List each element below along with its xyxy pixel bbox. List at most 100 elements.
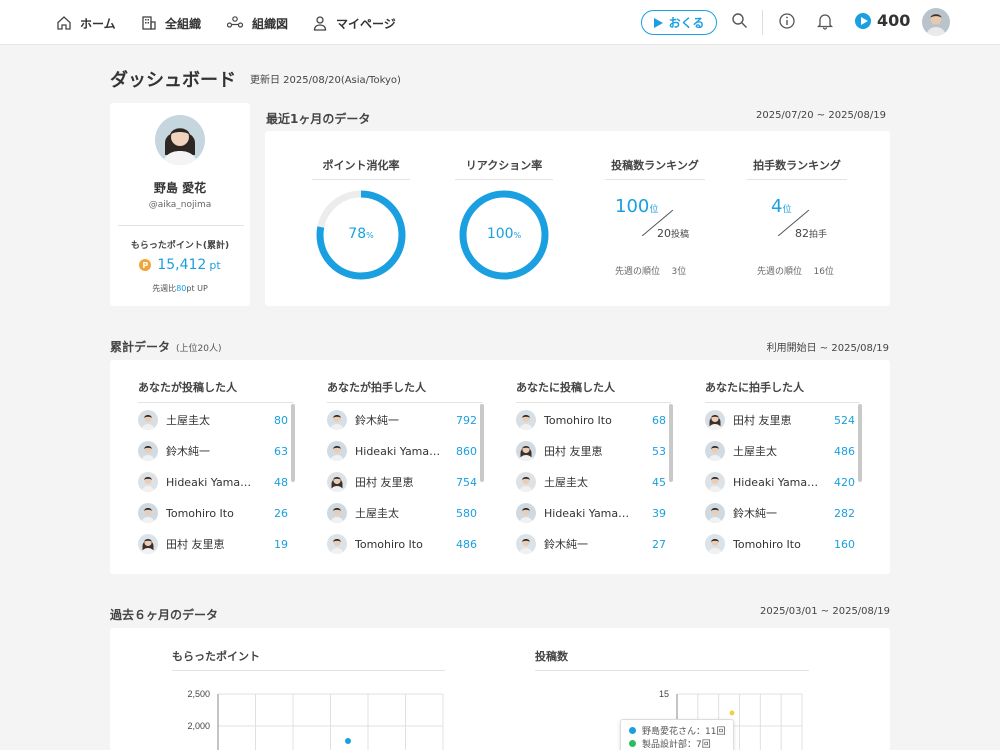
post-prev-label: 先週の順位 — [615, 267, 661, 277]
bell-icon[interactable] — [816, 12, 834, 30]
avatar — [138, 410, 158, 430]
avatar — [705, 503, 725, 523]
divider — [118, 225, 244, 226]
past-data-card: もらったポイント 投稿数 2,5002,000 1510 野島愛花さん：11回 … — [110, 628, 890, 750]
list-item[interactable]: 土屋圭太 580 — [327, 503, 477, 523]
avatar — [138, 503, 158, 523]
chart-title-points: もらったポイント — [172, 648, 445, 671]
post-count-number: 20 — [657, 227, 671, 240]
list-item-count: 160 — [834, 537, 855, 551]
list-item[interactable]: 鈴木純一 63 — [138, 441, 288, 461]
points-balance[interactable]: 400 — [855, 11, 910, 30]
clap-rank-number: 4 — [771, 196, 783, 217]
list-item-name: 土屋圭太 — [355, 507, 399, 520]
post-count-unit: 投稿 — [671, 230, 690, 240]
home-icon — [57, 16, 71, 30]
nav-home[interactable]: ホーム — [56, 13, 116, 33]
scrollbar[interactable] — [669, 404, 673, 482]
list-item-name: Hideaki Yamam... — [544, 506, 636, 520]
send-icon — [653, 17, 663, 28]
nav-orgchart[interactable]: 組織図 — [226, 13, 288, 33]
list-item-name: 田村 友里恵 — [544, 445, 603, 458]
avatar — [327, 503, 347, 523]
nav-org-label: 全組織 — [165, 16, 202, 31]
people-group-icon — [226, 16, 244, 28]
avatar[interactable] — [922, 8, 950, 36]
points-value: 400 — [877, 11, 911, 30]
post-rank-value: 100位 — [615, 196, 658, 217]
point-rate-unit: % — [366, 231, 374, 240]
list-item[interactable]: Tomohiro Ito 68 — [516, 410, 666, 430]
profile-card: 野島 愛花 @aika_nojima もらったポイント(累計) P 15,412… — [110, 103, 250, 306]
avatar — [327, 534, 347, 554]
list-item[interactable]: Tomohiro Ito 486 — [327, 534, 477, 554]
reaction-rate-title: リアクション率 — [455, 157, 553, 180]
list-item-count: 524 — [834, 413, 855, 427]
nav-mypage[interactable]: マイページ — [312, 13, 396, 33]
list-item-count: 19 — [274, 537, 288, 551]
list-item[interactable]: 土屋圭太 486 — [705, 441, 855, 461]
nav-org[interactable]: 全組織 — [141, 13, 201, 33]
scrollbar[interactable] — [858, 404, 862, 482]
post-count-value: 20投稿 — [657, 227, 689, 240]
list-item[interactable]: 鈴木純一 282 — [705, 503, 855, 523]
y-tick-label: 2,000 — [187, 721, 210, 731]
list-item-count: 53 — [652, 444, 666, 458]
post-prev-rank: 先週の順位 3位 — [615, 264, 686, 277]
cumulative-title: 累計データ — [110, 340, 171, 354]
list-item[interactable]: Hideaki Yamam... 39 — [516, 503, 666, 523]
list-item[interactable]: 田村 友里恵 53 — [516, 441, 666, 461]
list-item-count: 754 — [456, 475, 477, 489]
building-icon — [142, 16, 156, 30]
list-item[interactable]: 田村 友里恵 19 — [138, 534, 288, 554]
tooltip-label: 製品設計部：7回 — [642, 740, 711, 750]
list-item[interactable]: 土屋圭太 45 — [516, 472, 666, 492]
clap-count-number: 82 — [795, 227, 809, 240]
send-button[interactable]: おくる — [641, 10, 717, 35]
list-item-count: 80 — [274, 413, 288, 427]
avatar — [138, 441, 158, 461]
list-item[interactable]: 土屋圭太 80 — [138, 410, 288, 430]
clap-count-unit: 拍手 — [809, 230, 828, 240]
list-item-name: 田村 友里恵 — [355, 476, 414, 489]
list-item-count: 45 — [652, 475, 666, 489]
scrollbar[interactable] — [291, 404, 295, 482]
legend-dot — [629, 727, 636, 734]
recent-section-title: 最近1ヶ月のデータ — [266, 112, 371, 126]
nav-orgchart-label: 組織図 — [252, 16, 289, 31]
list-item[interactable]: Tomohiro Ito 26 — [138, 503, 288, 523]
list-item[interactable]: Hideaki Yamam... 48 — [138, 472, 288, 492]
list-item-name: 土屋圭太 — [544, 476, 588, 489]
scrollbar[interactable] — [480, 404, 484, 482]
list-item[interactable]: 鈴木純一 792 — [327, 410, 477, 430]
point-rate-number: 78 — [348, 226, 367, 242]
avatar — [705, 534, 725, 554]
list-item-name: 鈴木純一 — [355, 414, 399, 427]
avatar — [705, 410, 725, 430]
list-item[interactable]: 鈴木純一 27 — [516, 534, 666, 554]
list-item[interactable]: 田村 友里恵 754 — [327, 472, 477, 492]
info-icon[interactable] — [778, 12, 796, 30]
list-item[interactable]: Hideaki Yamam... 420 — [705, 472, 855, 492]
list-item-name: Hideaki Yamam... — [166, 475, 258, 489]
weekly-change-prefix: 先週比 — [152, 284, 177, 293]
user-icon — [313, 16, 327, 31]
point-rate-title: ポイント消化率 — [312, 157, 410, 180]
clap-prev-rank: 先週の順位 16位 — [757, 264, 834, 277]
weekly-change-suffix: pt UP — [186, 284, 208, 293]
nav-home-label: ホーム — [80, 16, 116, 31]
list-item-count: 26 — [274, 506, 288, 520]
list-item[interactable]: Tomohiro Ito 160 — [705, 534, 855, 554]
search-icon[interactable] — [731, 12, 748, 29]
top-nav: ホーム 全組織 組織図 マイページ おくる 400 — [0, 0, 1000, 45]
y-tick-label: 2,500 — [187, 689, 210, 699]
tooltip-row: 野島愛花さん：11回 — [629, 724, 725, 737]
tooltip-row: 製品設計部：7回 — [629, 737, 725, 750]
clap-rank-value: 4位 — [771, 196, 791, 217]
clap-ranking-title: 拍手数ランキング — [747, 157, 847, 180]
list-item[interactable]: Hideaki Yamam... 860 — [327, 441, 477, 461]
avatar — [516, 472, 536, 492]
list-item[interactable]: 田村 友里恵 524 — [705, 410, 855, 430]
page-title: ダッシュボード — [110, 70, 236, 91]
list-item-count: 48 — [274, 475, 288, 489]
